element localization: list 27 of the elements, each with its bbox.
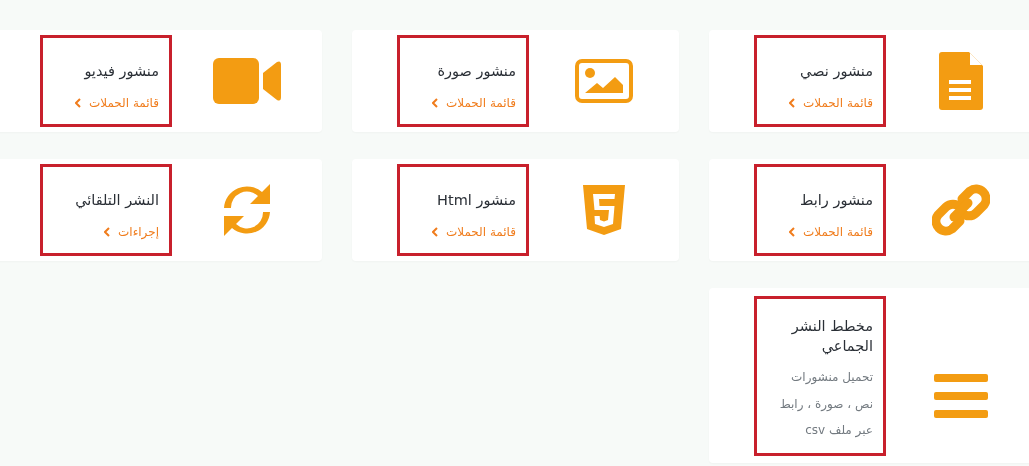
- card-title: مخطط النشر الجماعي: [790, 317, 873, 357]
- menu-icon: [934, 374, 988, 418]
- chevron-icon: [74, 97, 81, 108]
- campaign-link[interactable]: قائمة الحملات: [74, 93, 159, 112]
- html5-icon: [583, 185, 625, 235]
- image-icon: [575, 59, 633, 103]
- description-line: نص ، صورة ، رابط: [778, 395, 873, 414]
- campaign-link[interactable]: قائمة الحملات: [431, 93, 516, 112]
- description-line: عبر ملف csv: [804, 421, 873, 440]
- chevron-icon: [788, 226, 795, 237]
- card-title: منشور صورة: [436, 62, 516, 82]
- card-title: منشور رابط: [799, 191, 873, 211]
- description-line: تحميل منشورات: [790, 369, 873, 387]
- campaign-link[interactable]: قائمة الحملات: [431, 222, 516, 241]
- chevron-icon: [431, 226, 438, 237]
- campaign-link[interactable]: قائمة الحملات: [788, 93, 873, 112]
- chevron-icon: [788, 97, 795, 108]
- chevron-icon: [104, 226, 110, 237]
- document-icon: [939, 52, 983, 110]
- campaign-link[interactable]: إجراءات: [104, 222, 159, 241]
- card-title: النشر التلقائي: [74, 191, 159, 211]
- card-title: منشور Html: [436, 191, 516, 211]
- campaign-link[interactable]: قائمة الحملات: [788, 222, 873, 241]
- card-title: منشور فيديو: [83, 62, 159, 82]
- chevron-icon: [431, 97, 438, 108]
- video-camera-icon: [213, 58, 281, 104]
- card-title: منشور نصي: [799, 62, 873, 82]
